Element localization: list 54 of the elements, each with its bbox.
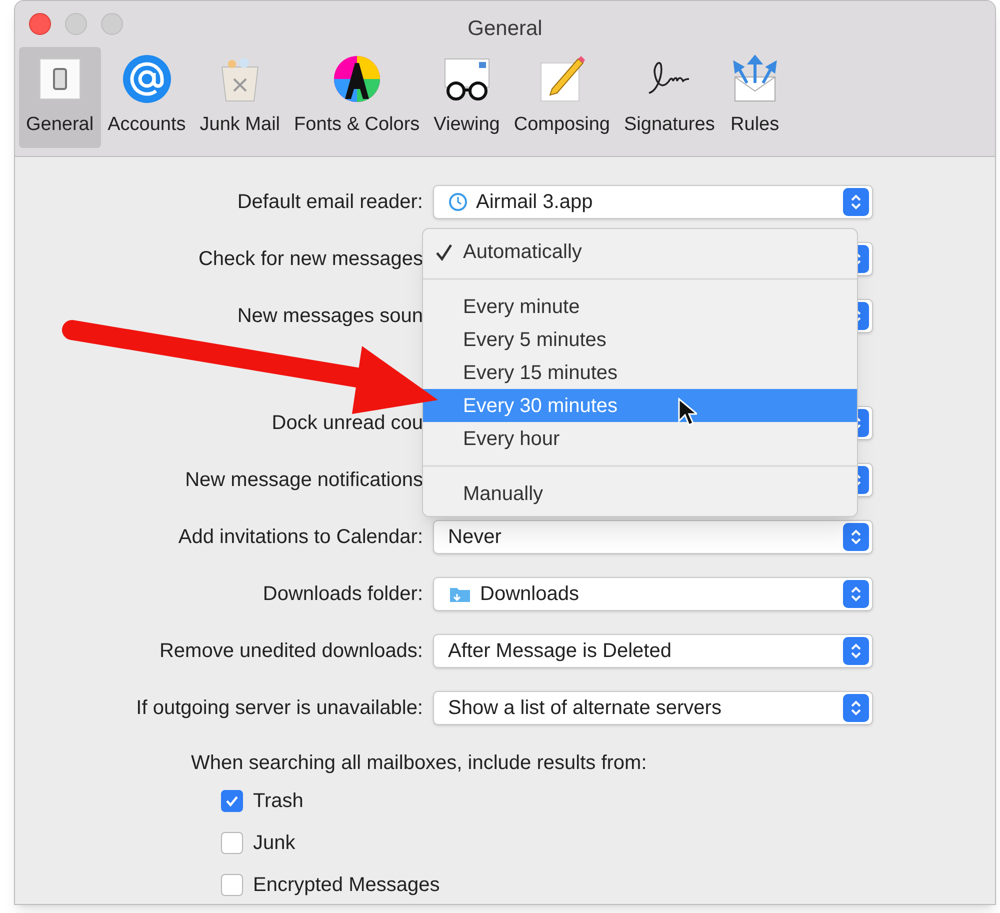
toolbar-tab[interactable]: Junk Mail <box>192 47 288 148</box>
popup-value: Never <box>448 524 502 550</box>
setting-label: Remove unedited downloads: <box>158 638 424 664</box>
popup-button[interactable]: After Message is Deleted <box>433 634 873 668</box>
close-button[interactable] <box>29 13 51 35</box>
setting-label: Default email reader: <box>236 190 424 214</box>
zoom-button[interactable] <box>101 13 123 35</box>
at-sign-icon <box>120 53 173 105</box>
menu-item[interactable]: Manually <box>423 477 857 510</box>
setting-label: New message notifications <box>184 468 424 492</box>
checkmark-icon <box>225 794 239 808</box>
popup-value: Show a list of alternate servers <box>448 696 722 720</box>
setting-label: If outgoing server is unavailable: <box>135 696 424 720</box>
toolbar-tab[interactable]: General <box>19 47 101 148</box>
popup-value: Airmail 3.app <box>476 190 593 214</box>
toolbar-tab[interactable]: Fonts & Colors <box>287 47 427 148</box>
popup-button[interactable]: Show a list of alternate servers <box>433 690 873 724</box>
popup-value: After Message is Deleted <box>448 638 672 664</box>
menu-item[interactable]: Automatically <box>423 235 857 268</box>
menu-item[interactable]: Every 5 minutes <box>423 323 857 356</box>
checkbox[interactable] <box>221 874 243 896</box>
popup-button[interactable]: Downloads <box>433 576 873 610</box>
checkbox[interactable] <box>221 832 243 854</box>
popup-value: Downloads <box>480 582 579 606</box>
setting-label: New messages soun <box>236 304 424 328</box>
menu-item[interactable]: Every minute <box>423 290 857 323</box>
setting-label: Dock unread cou <box>270 410 424 436</box>
stepper-icon <box>843 694 869 722</box>
stepper-icon <box>843 188 869 216</box>
toolbar-tab[interactable]: Accounts <box>100 47 193 148</box>
setting-label: Check for new messages <box>197 246 424 272</box>
stepper-icon <box>843 636 869 664</box>
toolbar-tab[interactable]: Rules <box>722 47 788 148</box>
search-scope-heading: When searching all mailboxes, include results from: <box>191 751 648 776</box>
window-title: General <box>468 16 542 42</box>
toolbar-tab[interactable]: Signatures <box>616 47 722 148</box>
minimize-button[interactable] <box>65 13 87 35</box>
setting-label: Downloads folder: <box>262 582 424 606</box>
popup-button[interactable]: Never <box>433 520 873 554</box>
setting-label: Add invitations to Calendar: <box>177 524 424 550</box>
checkbox[interactable] <box>221 790 243 812</box>
stepper-icon <box>843 580 869 608</box>
stepper-icon <box>843 522 869 550</box>
menu-item[interactable]: Every hour <box>423 422 857 455</box>
checkmark-icon <box>435 242 453 260</box>
menu-item[interactable]: Every 15 minutes <box>423 356 857 389</box>
popup-button[interactable]: Airmail 3.app <box>433 184 873 218</box>
mouse-pointer-icon <box>677 397 697 427</box>
toolbar-tab[interactable]: Composing <box>506 47 617 148</box>
clock-icon <box>448 192 468 212</box>
checkbox-label: Encrypted Messages <box>253 873 440 898</box>
checkbox-label: Junk <box>253 831 296 856</box>
checkbox-label: Trash <box>253 789 304 814</box>
toolbar-tab[interactable]: Viewing <box>426 47 507 148</box>
